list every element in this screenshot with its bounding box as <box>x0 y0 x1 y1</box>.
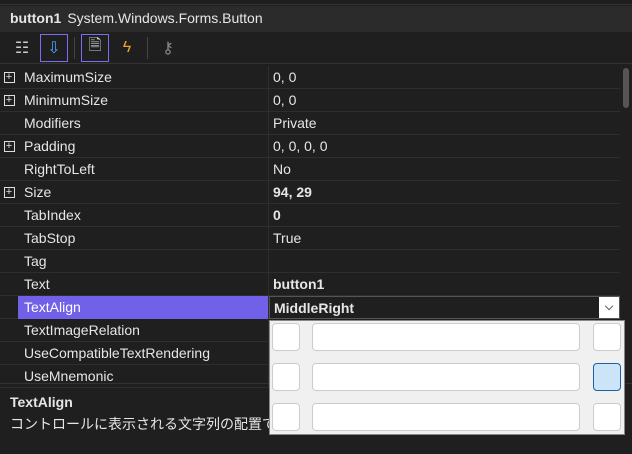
categorized-icon: ☷ <box>14 39 30 57</box>
property-value[interactable]: No <box>269 158 620 180</box>
property-value-text: True <box>273 230 302 246</box>
scrollbar-thumb[interactable] <box>623 68 629 108</box>
text-align-picker <box>269 320 625 435</box>
categorized-button[interactable]: ☷ <box>8 34 36 62</box>
object-name: button1 <box>10 10 62 26</box>
top-strip <box>0 0 632 5</box>
property-value[interactable]: 0, 0 <box>269 89 620 111</box>
property-value[interactable]: 0, 0 <box>269 66 620 88</box>
property-name[interactable]: MaximumSize <box>18 65 269 89</box>
property-pages-button[interactable]: ⚷ <box>154 34 182 62</box>
alphabetical-icon: ⇩ <box>47 39 61 57</box>
property-row[interactable]: + Size 94, 29 <box>0 180 620 204</box>
property-name[interactable]: TabIndex <box>18 203 269 227</box>
property-value[interactable]: button1 <box>269 273 620 295</box>
toolbar: ☷ ⇩ 🗎 ϟ ⚷ <box>0 32 632 64</box>
property-value[interactable] <box>269 258 620 264</box>
property-row[interactable]: TabStop True <box>0 226 620 250</box>
alphabetical-button[interactable]: ⇩ <box>40 33 68 62</box>
expander <box>0 112 18 135</box>
property-value[interactable]: MiddleRight ⌵ <box>269 295 620 319</box>
expander <box>0 204 18 227</box>
expander <box>0 227 18 250</box>
property-row[interactable]: Text button1 <box>0 272 620 296</box>
align-option-topcenter[interactable] <box>312 323 580 351</box>
property-name[interactable]: Text <box>18 272 269 296</box>
properties-icon: 🗎 <box>88 37 102 54</box>
chevron-down-icon: ⌵ <box>604 300 614 313</box>
property-value-text: Private <box>273 115 317 131</box>
expander <box>0 296 18 319</box>
expander <box>0 273 18 296</box>
property-value[interactable]: True <box>269 227 620 249</box>
property-name[interactable]: MinimumSize <box>18 88 269 112</box>
toolbar-separator <box>74 36 75 59</box>
property-value[interactable]: 0, 0, 0, 0 <box>269 135 620 157</box>
dropdown-button[interactable]: ⌵ <box>599 296 619 318</box>
property-name[interactable]: RightToLeft <box>18 157 269 181</box>
property-value-text: 0 <box>273 207 281 223</box>
property-value[interactable]: 0 <box>269 204 620 226</box>
events-button[interactable]: ϟ <box>113 34 141 62</box>
property-name[interactable]: TabStop <box>18 226 269 250</box>
events-icon: ϟ <box>122 38 132 56</box>
expander <box>0 250 18 273</box>
expander[interactable]: + <box>0 89 18 112</box>
property-name[interactable]: Tag <box>18 249 269 273</box>
align-option-topleft[interactable] <box>272 323 300 351</box>
plus-icon[interactable]: + <box>3 71 15 83</box>
property-row[interactable]: + MinimumSize 0, 0 <box>0 88 620 112</box>
align-option-middleleft[interactable] <box>272 363 300 391</box>
property-name[interactable]: TextImageRelation <box>18 318 269 342</box>
property-value-text: 0, 0 <box>273 69 297 85</box>
property-pages-icon: ⚷ <box>162 39 174 57</box>
property-value-text: 94, 29 <box>273 184 312 200</box>
expander[interactable]: + <box>0 135 18 158</box>
property-name[interactable]: Size <box>18 180 269 204</box>
property-value-text: 0, 0, 0, 0 <box>273 138 328 154</box>
property-row[interactable]: RightToLeft No <box>0 157 620 181</box>
expander <box>0 158 18 181</box>
property-value-text: MiddleRight <box>274 299 355 316</box>
property-name[interactable]: UseCompatibleTextRendering <box>18 341 269 365</box>
expander[interactable]: + <box>0 181 18 204</box>
object-type: System.Windows.Forms.Button <box>67 10 263 26</box>
property-value-text: 0, 0 <box>273 92 297 108</box>
plus-icon[interactable]: + <box>3 94 15 106</box>
property-value[interactable]: Private <box>269 112 620 134</box>
property-value-text: button1 <box>273 276 325 292</box>
align-option-middlecenter[interactable] <box>312 363 580 391</box>
property-row[interactable]: TabIndex 0 <box>0 203 620 227</box>
property-name[interactable]: Modifiers <box>18 111 269 135</box>
align-option-bottomleft[interactable] <box>272 403 300 431</box>
property-row[interactable]: TextAlign MiddleRight ⌵ <box>0 295 620 319</box>
property-row[interactable]: + MaximumSize 0, 0 <box>0 65 620 89</box>
align-option-middleright[interactable] <box>593 363 621 391</box>
expander <box>0 319 18 342</box>
property-value[interactable]: 94, 29 <box>269 181 620 203</box>
align-option-topright[interactable] <box>593 323 621 351</box>
align-option-bottomcenter[interactable] <box>312 403 580 431</box>
property-row[interactable]: Tag <box>0 249 620 273</box>
expander <box>0 342 18 365</box>
properties-button[interactable]: 🗎 <box>81 33 109 62</box>
property-row[interactable]: + Padding 0, 0, 0, 0 <box>0 134 620 158</box>
toolbar-separator <box>147 36 148 59</box>
align-option-bottomright[interactable] <box>593 403 621 431</box>
property-name[interactable]: TextAlign <box>18 295 269 319</box>
plus-icon[interactable]: + <box>3 186 15 198</box>
property-value-text: No <box>273 161 291 177</box>
property-name[interactable]: Padding <box>18 134 269 158</box>
plus-icon[interactable]: + <box>3 140 15 152</box>
object-header: button1 System.Windows.Forms.Button <box>0 6 632 32</box>
property-row[interactable]: Modifiers Private <box>0 111 620 135</box>
expander[interactable]: + <box>0 66 18 89</box>
